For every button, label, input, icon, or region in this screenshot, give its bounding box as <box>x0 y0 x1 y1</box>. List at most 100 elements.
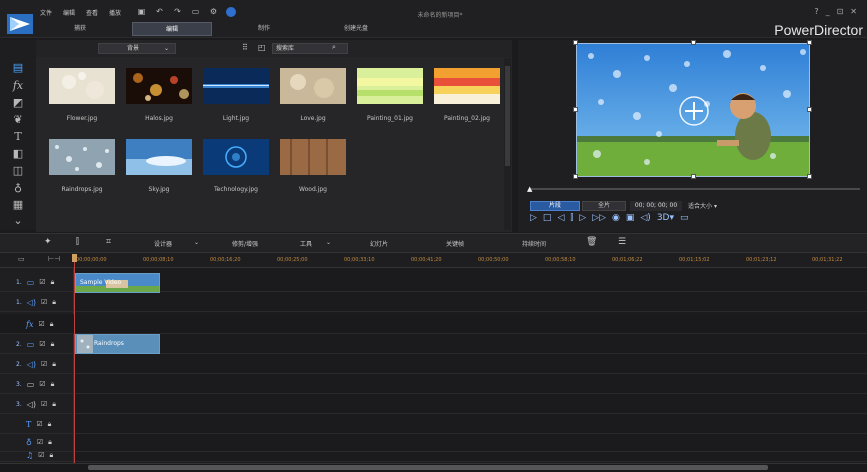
lock-icon[interactable]: 🔒︎ <box>50 320 54 329</box>
save-icon[interactable]: ▣ <box>136 6 147 17</box>
playhead-line[interactable] <box>74 258 75 468</box>
resize-handle[interactable] <box>691 40 696 45</box>
lock-icon[interactable]: 🔒︎ <box>48 438 52 447</box>
clip-mode-button[interactable]: 片段 <box>530 201 580 211</box>
aspect-ratio-icon[interactable]: ▭ <box>190 6 201 17</box>
preview-canvas[interactable] <box>576 43 810 177</box>
library-item-wood[interactable] <box>280 139 346 175</box>
menu-edit[interactable]: 编辑 <box>63 8 75 17</box>
timeline-clip-sample-video[interactable]: Sample Video <box>75 273 160 293</box>
split-icon[interactable]: ⫿ <box>570 213 573 223</box>
track-enable-checkbox[interactable]: ☑ <box>37 438 43 446</box>
next-frame-icon[interactable]: ▷ <box>579 213 586 223</box>
lock-icon[interactable]: 🔒︎ <box>49 451 53 460</box>
search-icon[interactable]: ⌕ <box>332 43 336 52</box>
timeline-ruler[interactable]: ▭ ⊢⊣ 00;00;00;00 00;00;08;10 00;00;16;20… <box>0 253 867 268</box>
stop-icon[interactable]: □ <box>543 213 552 223</box>
minimize-button[interactable]: _ <box>826 7 830 16</box>
lock-icon[interactable]: 🔒︎ <box>51 380 55 389</box>
timeline-clip-raindrops[interactable]: Raindrops <box>75 334 160 354</box>
trim-enhance-button[interactable]: 修剪/增强 <box>232 239 258 248</box>
fullscreen-icon[interactable]: ▭ <box>680 213 689 223</box>
lock-icon[interactable]: 🔒︎ <box>48 420 52 429</box>
library-item-raindrops[interactable] <box>49 139 115 175</box>
maximize-button[interactable]: ⊡ <box>837 7 844 16</box>
library-item-halos[interactable] <box>126 68 192 104</box>
keyframe-button[interactable]: 关键帧 <box>446 239 464 248</box>
collapse-rooms-icon[interactable]: ⌄ <box>9 213 27 229</box>
pip-room-icon[interactable]: ◩ <box>9 95 27 111</box>
close-button[interactable]: ✕ <box>850 7 857 16</box>
redo-icon[interactable]: ↷ <box>172 6 183 17</box>
settings-icon[interactable]: ⚙ <box>208 6 219 17</box>
chapter-room-icon[interactable]: ▦ <box>9 197 27 213</box>
resize-handle[interactable] <box>691 174 696 179</box>
library-item-painting-02[interactable] <box>434 68 500 104</box>
resize-handle[interactable] <box>573 40 578 45</box>
undo-icon[interactable]: ↶ <box>154 6 165 17</box>
timeline-scrollbar-thumb[interactable] <box>88 465 768 470</box>
audio-mix-room-icon[interactable]: ◫ <box>9 163 27 179</box>
menu-file[interactable]: 文件 <box>40 8 52 17</box>
grid-view-icon[interactable]: ⠿ <box>242 43 248 52</box>
library-item-sky[interactable] <box>126 139 192 175</box>
media-room-icon[interactable]: ▤ <box>9 60 27 76</box>
title-room-icon[interactable]: T <box>9 129 27 145</box>
split-clip-icon[interactable]: ⫿ <box>76 237 79 247</box>
library-item-love[interactable] <box>280 68 346 104</box>
tools-button[interactable]: 工具 <box>300 239 312 248</box>
lock-icon[interactable]: 🔒︎ <box>52 360 56 369</box>
library-item-technology[interactable] <box>203 139 269 175</box>
fast-forward-icon[interactable]: ▷▷ <box>592 213 606 223</box>
chevron-down-icon[interactable]: ⌄ <box>326 239 331 246</box>
tab-create-disc[interactable]: 创建光盘 <box>316 22 396 36</box>
fit-timeline-icon[interactable]: ⊢⊣ <box>48 255 60 263</box>
track-enable-checkbox[interactable]: ☑ <box>39 278 45 286</box>
designer-button[interactable]: 设计器 <box>154 239 172 248</box>
menu-view[interactable]: 查看 <box>86 8 98 17</box>
resize-handle[interactable] <box>807 174 812 179</box>
track-enable-checkbox[interactable]: ☑ <box>41 360 47 368</box>
track-enable-checkbox[interactable]: ☑ <box>36 420 42 428</box>
library-filter-select[interactable]: 背景 ⌄ <box>98 43 176 54</box>
library-search-input[interactable] <box>272 43 348 54</box>
lock-icon[interactable]: 🔒︎ <box>51 278 55 287</box>
delete-icon[interactable]: 🗑 <box>586 237 597 247</box>
volume-icon[interactable]: ◁) <box>640 213 650 223</box>
library-scrollbar-thumb[interactable] <box>505 66 510 166</box>
menu-play[interactable]: 播放 <box>109 8 121 17</box>
crop-icon[interactable]: ⌗ <box>106 237 111 247</box>
playhead-handle[interactable] <box>72 254 77 262</box>
duration-button[interactable]: 持续时间 <box>522 239 546 248</box>
storyboard-view-icon[interactable]: ▭ <box>18 255 25 263</box>
voice-over-room-icon[interactable]: ♁ <box>9 180 27 196</box>
track-enable-checkbox[interactable]: ☑ <box>41 298 47 306</box>
resize-handle[interactable] <box>807 107 812 112</box>
fit-select[interactable]: 适合大小 ▾ <box>688 201 717 210</box>
preview-scrub-bar[interactable] <box>530 188 860 190</box>
list-view-icon[interactable]: ◰ <box>258 43 266 52</box>
lock-icon[interactable]: 🔒︎ <box>52 400 56 409</box>
member-badge-icon[interactable] <box>226 6 236 17</box>
library-item-painting-01[interactable] <box>357 68 423 104</box>
movie-mode-button[interactable]: 全片 <box>582 201 626 211</box>
timecode-display[interactable]: 00; 00; 00; 00 <box>630 201 682 211</box>
scrub-handle-icon[interactable]: ▲ <box>527 185 532 193</box>
transition-room-icon[interactable]: ◧ <box>9 146 27 162</box>
tab-produce[interactable]: 制作 <box>224 22 304 36</box>
library-item-flower[interactable] <box>49 68 115 104</box>
slideshow-button[interactable]: 幻灯片 <box>370 239 388 248</box>
previous-frame-icon[interactable]: ◁ <box>557 213 564 223</box>
particle-room-icon[interactable]: ❦ <box>9 112 27 128</box>
more-icon[interactable]: ☰ <box>618 237 626 247</box>
track-enable-checkbox[interactable]: ☑ <box>38 451 44 459</box>
track-enable-checkbox[interactable]: ☑ <box>39 380 45 388</box>
fx-room-icon[interactable]: fx <box>9 78 27 94</box>
tab-capture[interactable]: 捕获 <box>40 22 120 36</box>
chevron-down-icon[interactable]: ⌄ <box>194 239 199 246</box>
resize-handle[interactable] <box>573 174 578 179</box>
3d-icon[interactable]: 3D▾ <box>657 213 674 223</box>
play-icon[interactable]: ▷ <box>530 213 537 223</box>
add-to-timeline-icon[interactable]: ✦ <box>44 237 52 247</box>
screen-icon[interactable]: ▣ <box>626 213 635 223</box>
